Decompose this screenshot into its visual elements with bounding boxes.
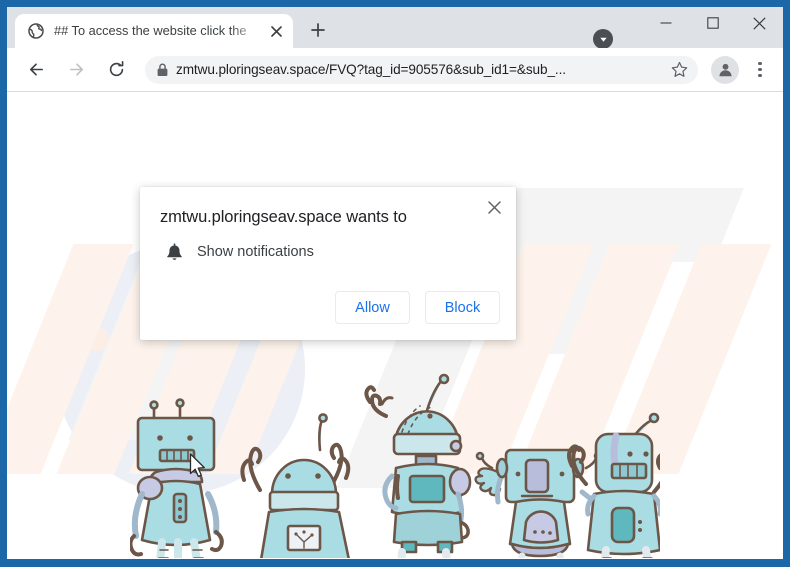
forward-button xyxy=(60,54,92,86)
url-text[interactable]: zmtwu.ploringseav.space/FVQ?tag_id=90557… xyxy=(176,60,666,80)
profile-avatar-icon[interactable] xyxy=(711,55,739,84)
address-bar[interactable]: zmtwu.ploringseav.space/FVQ?tag_id=90557… xyxy=(145,55,698,84)
window-controls xyxy=(642,7,783,39)
watermark-dot xyxy=(142,350,155,363)
browser-window-frame: ## To access the website click the zmtwu… xyxy=(0,0,790,567)
browser-tab[interactable]: ## To access the website click the xyxy=(15,14,293,48)
maximize-button[interactable] xyxy=(689,7,736,39)
back-button[interactable] xyxy=(20,54,52,86)
browser-toolbar: zmtwu.ploringseav.space/FVQ?tag_id=90557… xyxy=(7,48,783,92)
robot-1 xyxy=(130,398,224,558)
reload-button[interactable] xyxy=(100,54,132,86)
minimize-button[interactable] xyxy=(642,7,689,39)
new-tab-button[interactable] xyxy=(303,15,333,45)
robot-3 xyxy=(364,373,472,558)
kebab-menu-icon[interactable] xyxy=(746,56,774,84)
browser-window: ## To access the website click the zmtwu… xyxy=(7,7,783,559)
allow-button[interactable]: Allow xyxy=(335,291,410,324)
dialog-title: zmtwu.ploringseav.space wants to xyxy=(160,208,407,226)
kebab-dot xyxy=(758,67,762,72)
dialog-actions: Allow Block xyxy=(335,291,500,324)
tab-strip: ## To access the website click the xyxy=(7,7,783,49)
notification-permission-dialog: zmtwu.ploringseav.space wants to Show no… xyxy=(140,187,516,340)
robots-svg xyxy=(130,373,660,558)
star-icon[interactable] xyxy=(666,57,692,83)
robot-2 xyxy=(240,413,351,558)
tab-search-button[interactable] xyxy=(593,29,613,49)
lock-icon[interactable] xyxy=(148,56,176,84)
dialog-close-icon[interactable] xyxy=(481,194,507,220)
robots-illustration xyxy=(7,370,783,558)
permission-option-label: Show notifications xyxy=(197,244,314,260)
kebab-dot xyxy=(758,73,762,78)
bell-icon xyxy=(160,239,188,265)
tab-title: ## To access the website click the xyxy=(54,23,247,38)
robot-5 xyxy=(567,412,660,558)
block-button[interactable]: Block xyxy=(425,291,500,324)
tab-close-icon[interactable] xyxy=(265,20,287,42)
page-viewport: " t a robot. xyxy=(7,92,783,558)
permission-option-row: Show notifications xyxy=(160,239,314,265)
kebab-dot xyxy=(758,61,762,66)
close-button[interactable] xyxy=(736,7,783,39)
globe-icon xyxy=(27,23,44,40)
